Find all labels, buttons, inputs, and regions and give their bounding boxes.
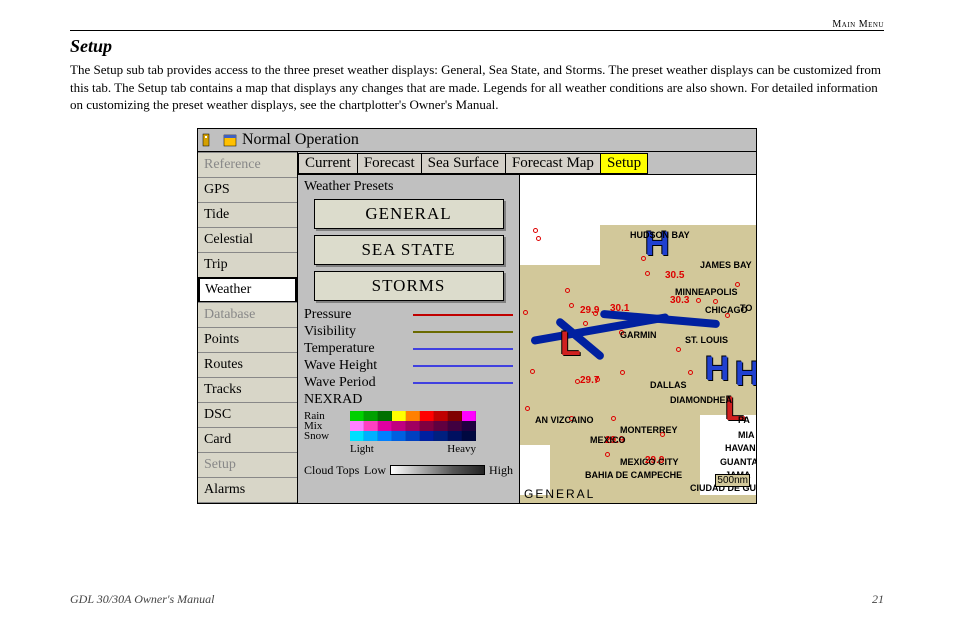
- preset-storms[interactable]: STORMS: [314, 271, 504, 301]
- nav-card[interactable]: Card: [198, 427, 297, 453]
- weather-icon: [202, 132, 218, 148]
- device-screenshot: Normal Operation ReferenceGPSTideCelesti…: [197, 128, 757, 504]
- tab-strip: CurrentForecastSea SurfaceForecast MapSe…: [298, 152, 756, 174]
- tab-setup[interactable]: Setup: [600, 153, 648, 174]
- nav-dsc[interactable]: DSC: [198, 402, 297, 428]
- pressure-high-symbol: H: [735, 355, 756, 394]
- map-title: GENERAL: [524, 487, 595, 501]
- nav-points[interactable]: Points: [198, 327, 297, 353]
- nav-tide[interactable]: Tide: [198, 202, 297, 228]
- tab-current[interactable]: Current: [298, 153, 358, 174]
- page-header-label: Main Menu: [70, 19, 884, 30]
- pressure-high-symbol: H: [705, 350, 730, 389]
- cloud-gradient: [390, 465, 485, 475]
- nav-gps[interactable]: GPS: [198, 177, 297, 203]
- section-heading: Setup: [70, 36, 884, 57]
- nav-database: Database: [198, 302, 297, 328]
- section-body: The Setup sub tab provides access to the…: [70, 61, 884, 114]
- nav-reference: Reference: [198, 152, 297, 178]
- legend-temperature: Temperature: [300, 341, 517, 358]
- preset-general[interactable]: GENERAL: [314, 199, 504, 229]
- legend-wave-height: Wave Height: [300, 358, 517, 375]
- nav-weather[interactable]: Weather: [198, 277, 297, 303]
- map-preview: HLHHL30.530.329.930.129.729.929.9HUDSON …: [520, 175, 756, 503]
- calendar-icon: [222, 132, 238, 148]
- device-titlebar: Normal Operation: [198, 129, 756, 152]
- cloud-high: High: [489, 463, 513, 478]
- map-scale: 500nm: [715, 474, 750, 487]
- presets-panel: Weather Presets GENERAL SEA STATE STORMS P…: [298, 175, 520, 503]
- legend-nexrad: NEXRAD: [300, 392, 517, 409]
- footer-page: 21: [872, 592, 884, 607]
- preset-sea-state[interactable]: SEA STATE: [314, 235, 504, 265]
- nav-routes[interactable]: Routes: [198, 352, 297, 378]
- tab-forecast-map[interactable]: Forecast Map: [505, 153, 601, 174]
- nav-celestial[interactable]: Celestial: [198, 227, 297, 253]
- footer-manual: GDL 30/30A Owner's Manual: [70, 592, 214, 607]
- nav-trip[interactable]: Trip: [198, 252, 297, 278]
- legend-visibility: Visibility: [300, 324, 517, 341]
- cloud-label: Cloud Tops: [304, 463, 364, 478]
- nav-tracks[interactable]: Tracks: [198, 377, 297, 403]
- pressure-low-symbol: L: [560, 325, 581, 364]
- device-title: Normal Operation: [242, 131, 359, 149]
- legend-pressure: Pressure: [300, 307, 517, 324]
- left-nav: ReferenceGPSTideCelestialTripWeatherData…: [198, 152, 298, 503]
- tab-sea-surface[interactable]: Sea Surface: [421, 153, 506, 174]
- cloud-low: Low: [364, 463, 386, 478]
- tab-forecast[interactable]: Forecast: [357, 153, 422, 174]
- legend-wave-period: Wave Period: [300, 375, 517, 392]
- presets-label: Weather Presets: [300, 177, 517, 197]
- nav-alarms[interactable]: Alarms: [198, 477, 297, 503]
- nav-setup: Setup: [198, 452, 297, 478]
